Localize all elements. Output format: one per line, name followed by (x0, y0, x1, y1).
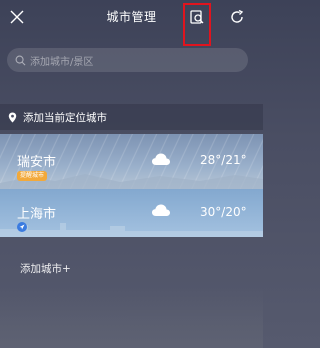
city-card-shanghai[interactable]: 上海市 30°/20° (0, 189, 263, 237)
city-name: 上海市 (17, 207, 57, 222)
city-search-icon (190, 10, 204, 24)
navigation-icon (17, 222, 27, 232)
city-card-ruian[interactable]: 瑞安市 提醒城市 28°/21° (0, 134, 263, 189)
add-location-label: 添加当前定位城市 (23, 111, 107, 124)
cloud-icon (152, 153, 170, 165)
refresh-button[interactable] (226, 6, 248, 28)
bottom-fade (0, 288, 263, 348)
manage-button[interactable] (183, 3, 211, 46)
cloud-icon (152, 204, 170, 216)
reminder-badge: 提醒城市 (17, 171, 48, 181)
header: 城市管理 (0, 0, 263, 46)
temperature-range: 28°/21° (200, 153, 247, 167)
search-input[interactable]: 添加城市/景区 (7, 48, 248, 72)
location-pin-icon (8, 112, 17, 122)
add-location-city[interactable]: 添加当前定位城市 (0, 104, 263, 130)
page-title: 城市管理 (106, 10, 157, 24)
add-city-button[interactable]: 添加城市+ (20, 261, 71, 276)
city-name: 瑞安市 (17, 155, 57, 170)
temperature-range: 30°/20° (200, 205, 247, 219)
refresh-icon (231, 9, 244, 23)
search-placeholder: 添加城市/景区 (30, 56, 94, 68)
search-icon (15, 55, 26, 65)
